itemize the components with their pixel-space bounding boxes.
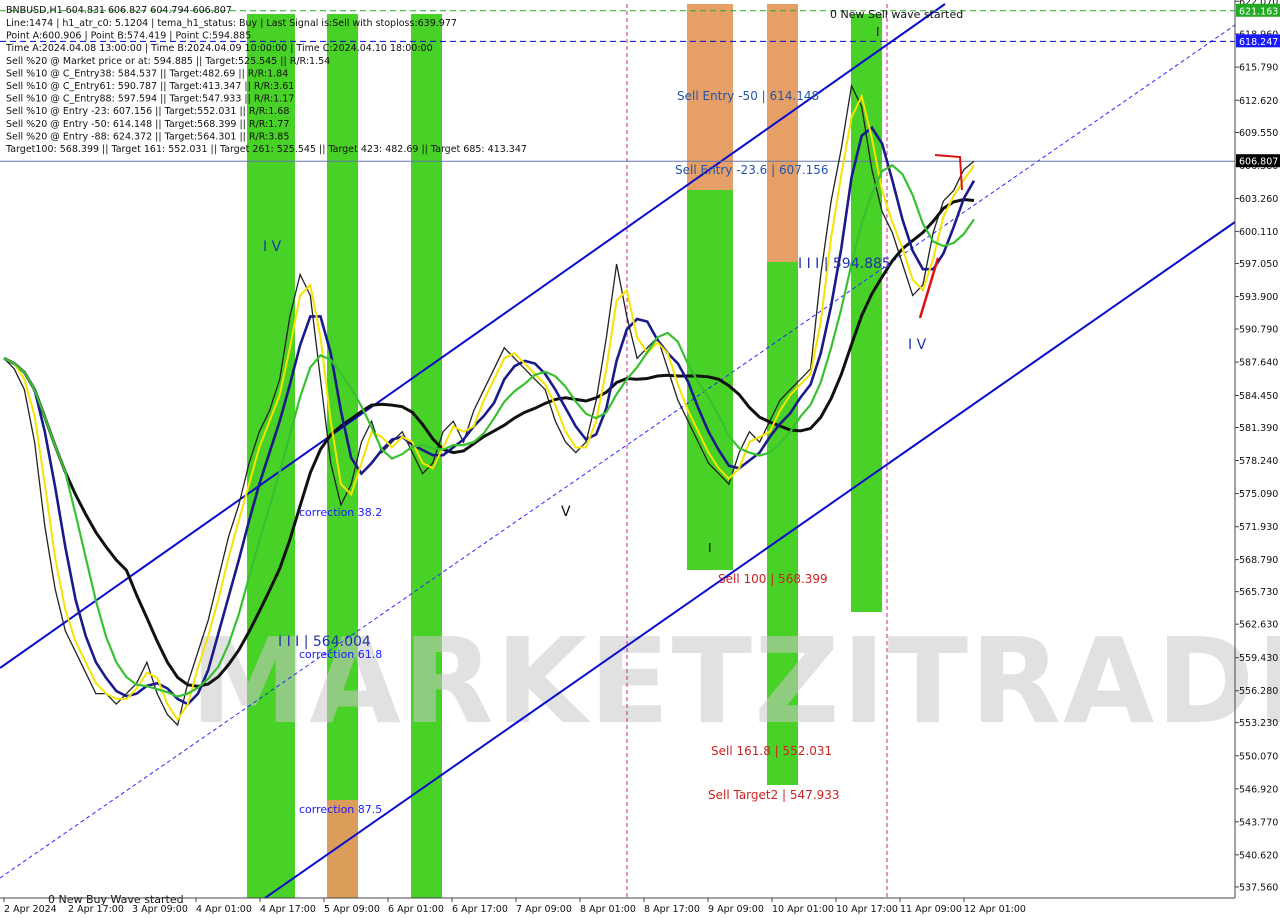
time-tick-label: 8 Apr 01:00 (580, 904, 636, 915)
chart-annotation: Sell Entry -50 | 614.148 (677, 89, 819, 103)
price-tick-label: 537.560 (1239, 882, 1278, 893)
price-marker-label: 618.247 (1239, 37, 1278, 48)
chart-annotation: Sell Entry -23.6 | 607.156 (675, 163, 829, 177)
chart-window: MARKETZITRADE Sell Entry -50 | 614.148 Se… (0, 0, 1280, 920)
price-tick-label: 550.070 (1239, 751, 1278, 762)
chart-annotation: V (561, 504, 571, 520)
price-tick-label: 597.050 (1239, 259, 1278, 270)
time-tick-label: 2 Apr 2024 (4, 904, 57, 915)
price-tick-label: 603.260 (1239, 194, 1278, 205)
chart-annotation: I V (908, 337, 927, 353)
chart-annotation: I I I | 594.885 (798, 256, 891, 272)
price-tick-label: 587.640 (1239, 358, 1278, 369)
time-tick-label: 7 Apr 09:00 (516, 904, 572, 915)
zones-layer (247, 4, 882, 898)
header-line: Sell %10 @ C_Entry88: 597.594 || Target:… (6, 94, 294, 105)
price-tick-label: 556.280 (1239, 686, 1278, 697)
header-line: Sell %20 @ Market price or at: 594.885 |… (6, 56, 330, 67)
time-tick-label: 10 Apr 01:00 (772, 904, 834, 915)
watermark-text: MARKETZITRADE (190, 612, 1280, 750)
price-tick-label: 578.240 (1239, 456, 1278, 467)
chart-canvas: MARKETZITRADE Sell Entry -50 | 614.148Se… (0, 0, 1280, 915)
price-tick-label: 609.550 (1239, 128, 1278, 139)
time-tick-label: 6 Apr 01:00 (388, 904, 444, 915)
zone-column-8 (851, 14, 882, 612)
header-line: Target100: 568.399 || Target 161: 552.03… (5, 144, 527, 155)
time-tick-label: 6 Apr 17:00 (452, 904, 508, 915)
header-line: Point A:600.906 | Point B:574.419 | Poin… (6, 31, 251, 42)
price-tick-label: 565.730 (1239, 587, 1278, 598)
price-tick-label: 562.630 (1239, 620, 1278, 631)
header-line: Sell %10 @ Entry -23: 607.156 || Target:… (6, 106, 289, 117)
time-tick-label: 12 Apr 01:00 (964, 904, 1026, 915)
price-tick-label: 615.790 (1239, 63, 1278, 74)
price-tick-label: 540.620 (1239, 850, 1278, 861)
time-tick-label: 2 Apr 17:00 (68, 904, 124, 915)
chart-annotation: 0 New Sell wave started (830, 8, 963, 21)
chart-annotation: Sell 100 | 568.399 (718, 572, 828, 586)
price-marker-label: 621.163 (1239, 6, 1278, 17)
chart-annotation: Sell 161.8 | 552.031 (711, 744, 832, 758)
price-tick-label: 559.430 (1239, 653, 1278, 664)
watermark-layer: MARKETZITRADE (190, 612, 1280, 750)
price-tick-label: 612.620 (1239, 96, 1278, 107)
price-tick-label: 543.770 (1239, 817, 1278, 828)
time-tick-label: 8 Apr 17:00 (644, 904, 700, 915)
zone-column-5 (687, 190, 733, 570)
time-tick-label: 10 Apr 17:00 (836, 904, 898, 915)
time-tick-label: 4 Apr 17:00 (260, 904, 316, 915)
price-tick-label: 575.090 (1239, 489, 1278, 500)
price-tick-label: 584.450 (1239, 391, 1278, 402)
annotation-layer: Sell Entry -50 | 614.148 Sell Entry -23.6… (48, 8, 963, 906)
chart-annotation: I V (263, 239, 282, 255)
chart-annotation: correction 61.8 (299, 648, 382, 661)
chart-annotation: I (708, 541, 712, 555)
price-tick-label: 571.930 (1239, 522, 1278, 533)
time-tick-label: 4 Apr 01:00 (196, 904, 252, 915)
header-line: Time A:2024.04.08 13:00:00 | Time B:2024… (5, 43, 433, 54)
header-line: Sell %20 @ Entry -88: 624.372 || Target:… (6, 131, 289, 142)
price-tick-label: 593.900 (1239, 292, 1278, 303)
header-line: Sell %10 @ C_Entry38: 584.537 || Target:… (6, 68, 288, 79)
price-marker-label: 606.807 (1239, 157, 1278, 168)
price-tick-label: 568.790 (1239, 555, 1278, 566)
red-box-marker (934, 154, 963, 191)
chart-annotation: correction 87.5 (299, 803, 382, 816)
price-tick-label: 546.920 (1239, 784, 1278, 795)
price-tick-label: 581.390 (1239, 423, 1278, 434)
header-line: Line:1474 | h1_atr_c0: 5.1204 | tema_h1_… (6, 18, 457, 29)
header-line: Sell %20 @ Entry -50: 614.148 || Target:… (6, 119, 289, 130)
price-tick-label: 600.110 (1239, 227, 1278, 238)
price-tick-label: 553.230 (1239, 718, 1278, 729)
time-tick-label: 3 Apr 09:00 (132, 904, 188, 915)
chart-annotation: correction 38.2 (299, 506, 382, 519)
price-tick-label: 590.790 (1239, 325, 1278, 336)
time-tick-label: 9 Apr 09:00 (708, 904, 764, 915)
chart-annotation: I (876, 25, 880, 39)
chart-annotation: Sell Target2 | 547.933 (708, 788, 840, 802)
time-tick-label: 11 Apr 09:00 (900, 904, 962, 915)
zone-column-6 (767, 4, 798, 262)
time-tick-label: 5 Apr 09:00 (324, 904, 380, 915)
header-line: Sell %10 @ C_Entry61: 590.787 || Target:… (6, 81, 294, 92)
symbol-line: BNBUSD,H1 604.831 606.827 604.794 606.80… (6, 5, 232, 16)
